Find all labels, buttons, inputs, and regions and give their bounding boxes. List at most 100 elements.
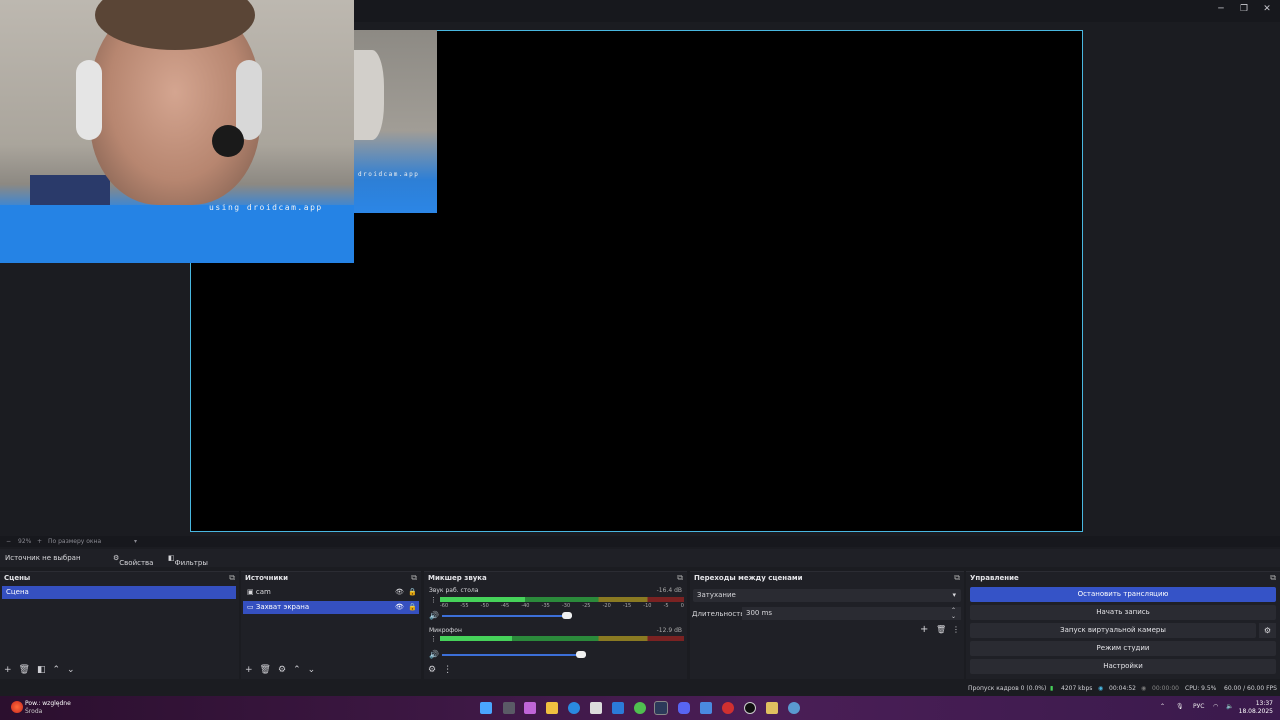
move-up-icon[interactable]: ⌃ xyxy=(293,665,301,675)
visibility-eye-icon[interactable]: 👁 xyxy=(395,586,404,599)
source-item-screen-capture[interactable]: ▭ Захват экрана 👁 🔒 xyxy=(243,601,419,614)
spin-icon[interactable]: ⌃ ⌄ xyxy=(951,608,956,620)
edge-icon[interactable] xyxy=(568,702,580,714)
filters-button[interactable]: ◧ Фильтры xyxy=(168,554,208,567)
duration-input[interactable]: 300 ms ⌃ ⌄ xyxy=(742,607,961,620)
watermark-small: droidcam.app xyxy=(358,171,420,178)
source-settings-icon[interactable]: ⚙ xyxy=(278,665,286,675)
sources-title: Источники xyxy=(245,574,289,582)
copilot-icon[interactable] xyxy=(524,702,536,714)
start-icon[interactable] xyxy=(480,702,492,714)
record-icon: ◉ xyxy=(1141,685,1147,692)
store-icon[interactable] xyxy=(700,702,712,714)
remove-transition-icon[interactable]: 🗑 xyxy=(936,625,946,634)
start-recording-button[interactable]: Начать запись xyxy=(970,605,1276,620)
channel-menu-icon[interactable]: ⋮ xyxy=(430,635,437,643)
slider-handle[interactable] xyxy=(576,651,586,658)
record-time: 00:00:00 xyxy=(1152,685,1179,692)
meter-scale: -60 -55 -50 -45 -40 -35 -30 -25 -20 -15 -10 -5 0 xyxy=(440,603,684,609)
volume-slider-mic[interactable] xyxy=(442,651,586,658)
close-button[interactable]: ✕ xyxy=(1255,2,1279,16)
signal-icon: ▮ xyxy=(1050,685,1054,692)
steam-icon[interactable] xyxy=(654,701,668,715)
file-explorer-icon[interactable] xyxy=(546,702,558,714)
clock-date[interactable]: 18.08.2025 xyxy=(1238,708,1273,715)
notepad-icon[interactable] xyxy=(590,702,602,714)
speaker-icon[interactable]: 🔊 xyxy=(429,611,439,620)
clock-time[interactable]: 13:37 xyxy=(1243,700,1273,707)
duration-label: Длительность xyxy=(692,610,745,618)
zoom-mode[interactable]: По размеру окна xyxy=(48,538,101,545)
mic-tray-icon[interactable]: 🎙 xyxy=(1176,703,1184,710)
remove-source-icon[interactable]: 🗑 xyxy=(260,665,271,675)
lock-icon[interactable]: 🔒 xyxy=(408,601,417,614)
transition-select[interactable]: Затухание ▾ xyxy=(693,589,961,602)
move-up-icon[interactable]: ⌃ xyxy=(53,665,61,675)
sources-dock-menu-icon[interactable]: ⧉ xyxy=(411,573,417,583)
volume-slider-desktop[interactable] xyxy=(442,612,572,619)
transitions-dock-menu-icon[interactable]: ⧉ xyxy=(954,573,960,583)
zoom-out-button[interactable]: − xyxy=(6,538,11,545)
mixer-menu-icon[interactable]: ⋮ xyxy=(443,665,452,675)
language-indicator[interactable]: РУС xyxy=(1193,703,1204,710)
scene-filters-icon[interactable]: ◧ xyxy=(37,665,46,675)
camera-source[interactable]: using droidcam.app xyxy=(0,0,354,263)
weather-icon[interactable] xyxy=(11,701,23,713)
stop-stream-button[interactable]: Остановить трансляцию xyxy=(970,587,1276,602)
add-scene-icon[interactable]: + xyxy=(4,665,12,675)
scene-item[interactable]: Сцена xyxy=(2,586,236,599)
minimize-button[interactable]: ─ xyxy=(1209,2,1233,16)
task-view-icon[interactable] xyxy=(503,702,515,714)
tool-icon[interactable] xyxy=(766,702,778,714)
advanced-audio-icon[interactable]: ⚙ xyxy=(428,665,436,675)
transition-menu-icon[interactable]: ⋮ xyxy=(952,625,960,634)
settings-gear-icon[interactable] xyxy=(788,702,800,714)
add-source-icon[interactable]: + xyxy=(245,665,253,675)
move-down-icon[interactable]: ⌄ xyxy=(67,665,75,675)
zoom-in-button[interactable]: + xyxy=(37,538,42,545)
headphone-right xyxy=(236,60,262,140)
discord-icon[interactable] xyxy=(678,702,690,714)
scenes-dock: Сцены ⧉ Сцена + 🗑 ◧ ⌃ ⌄ xyxy=(0,571,239,679)
properties-button[interactable]: ⚙ Свойства xyxy=(113,554,153,567)
channel-name-desktop: Звук раб. стола xyxy=(429,587,479,594)
mixer-dock-menu-icon[interactable]: ⧉ xyxy=(677,573,683,583)
volume-tray-icon[interactable]: 🔈 xyxy=(1226,703,1233,710)
channel-db-desktop: -16.4 dB xyxy=(656,587,682,594)
minimize-icon: ─ xyxy=(1218,4,1224,14)
display-icon: ▣ xyxy=(247,588,256,596)
remove-scene-icon[interactable]: 🗑 xyxy=(19,665,30,675)
channel-menu-icon[interactable]: ⋮ xyxy=(430,596,437,604)
transitions-title: Переходы между сценами xyxy=(694,574,803,582)
outlook-icon[interactable] xyxy=(612,702,624,714)
visibility-eye-icon[interactable]: 👁 xyxy=(395,601,404,614)
camera-source-duplicate[interactable]: droidcam.app xyxy=(354,30,437,213)
start-virtual-camera-button[interactable]: Запуск виртуальной камеры xyxy=(970,623,1256,638)
add-transition-icon[interactable]: + xyxy=(920,624,928,635)
chrome-icon[interactable] xyxy=(634,702,646,714)
mixer-title: Микшер звука xyxy=(428,574,487,582)
zoom-dropdown-icon[interactable]: ▾ xyxy=(134,538,137,545)
app-icon[interactable] xyxy=(722,702,734,714)
lock-icon[interactable]: 🔒 xyxy=(408,586,417,599)
controls-dock-menu-icon[interactable]: ⧉ xyxy=(1270,573,1276,583)
wifi-icon[interactable]: ◠ xyxy=(1213,703,1218,710)
channel-name-mic: Микрофон xyxy=(429,627,462,634)
audio-mixer-dock: Микшер звука ⧉ Звук раб. стола -16.4 dB … xyxy=(424,571,687,679)
settings-button[interactable]: Настройки xyxy=(970,659,1276,674)
scenes-dock-menu-icon[interactable]: ⧉ xyxy=(229,573,235,583)
source-item-cam[interactable]: ▣ cam 👁 🔒 xyxy=(243,586,419,599)
virtual-camera-settings-icon[interactable]: ⚙ xyxy=(1259,623,1276,638)
tray-chevron-icon[interactable]: ⌃ xyxy=(1160,703,1165,710)
mixer-toolbar: ⚙ ⋮ xyxy=(428,665,459,675)
speaker-icon[interactable]: 🔊 xyxy=(429,650,439,659)
maximize-button[interactable]: ❐ xyxy=(1232,2,1256,16)
obs-icon[interactable] xyxy=(744,702,756,714)
close-icon: ✕ xyxy=(1263,4,1271,14)
slider-handle[interactable] xyxy=(562,612,572,619)
stream-icon: ◉ xyxy=(1098,685,1104,692)
studio-mode-button[interactable]: Режим студии xyxy=(970,641,1276,656)
monitor-icon: ▭ xyxy=(247,603,256,611)
move-down-icon[interactable]: ⌄ xyxy=(308,665,316,675)
weather-line-2: Środa xyxy=(25,708,43,715)
